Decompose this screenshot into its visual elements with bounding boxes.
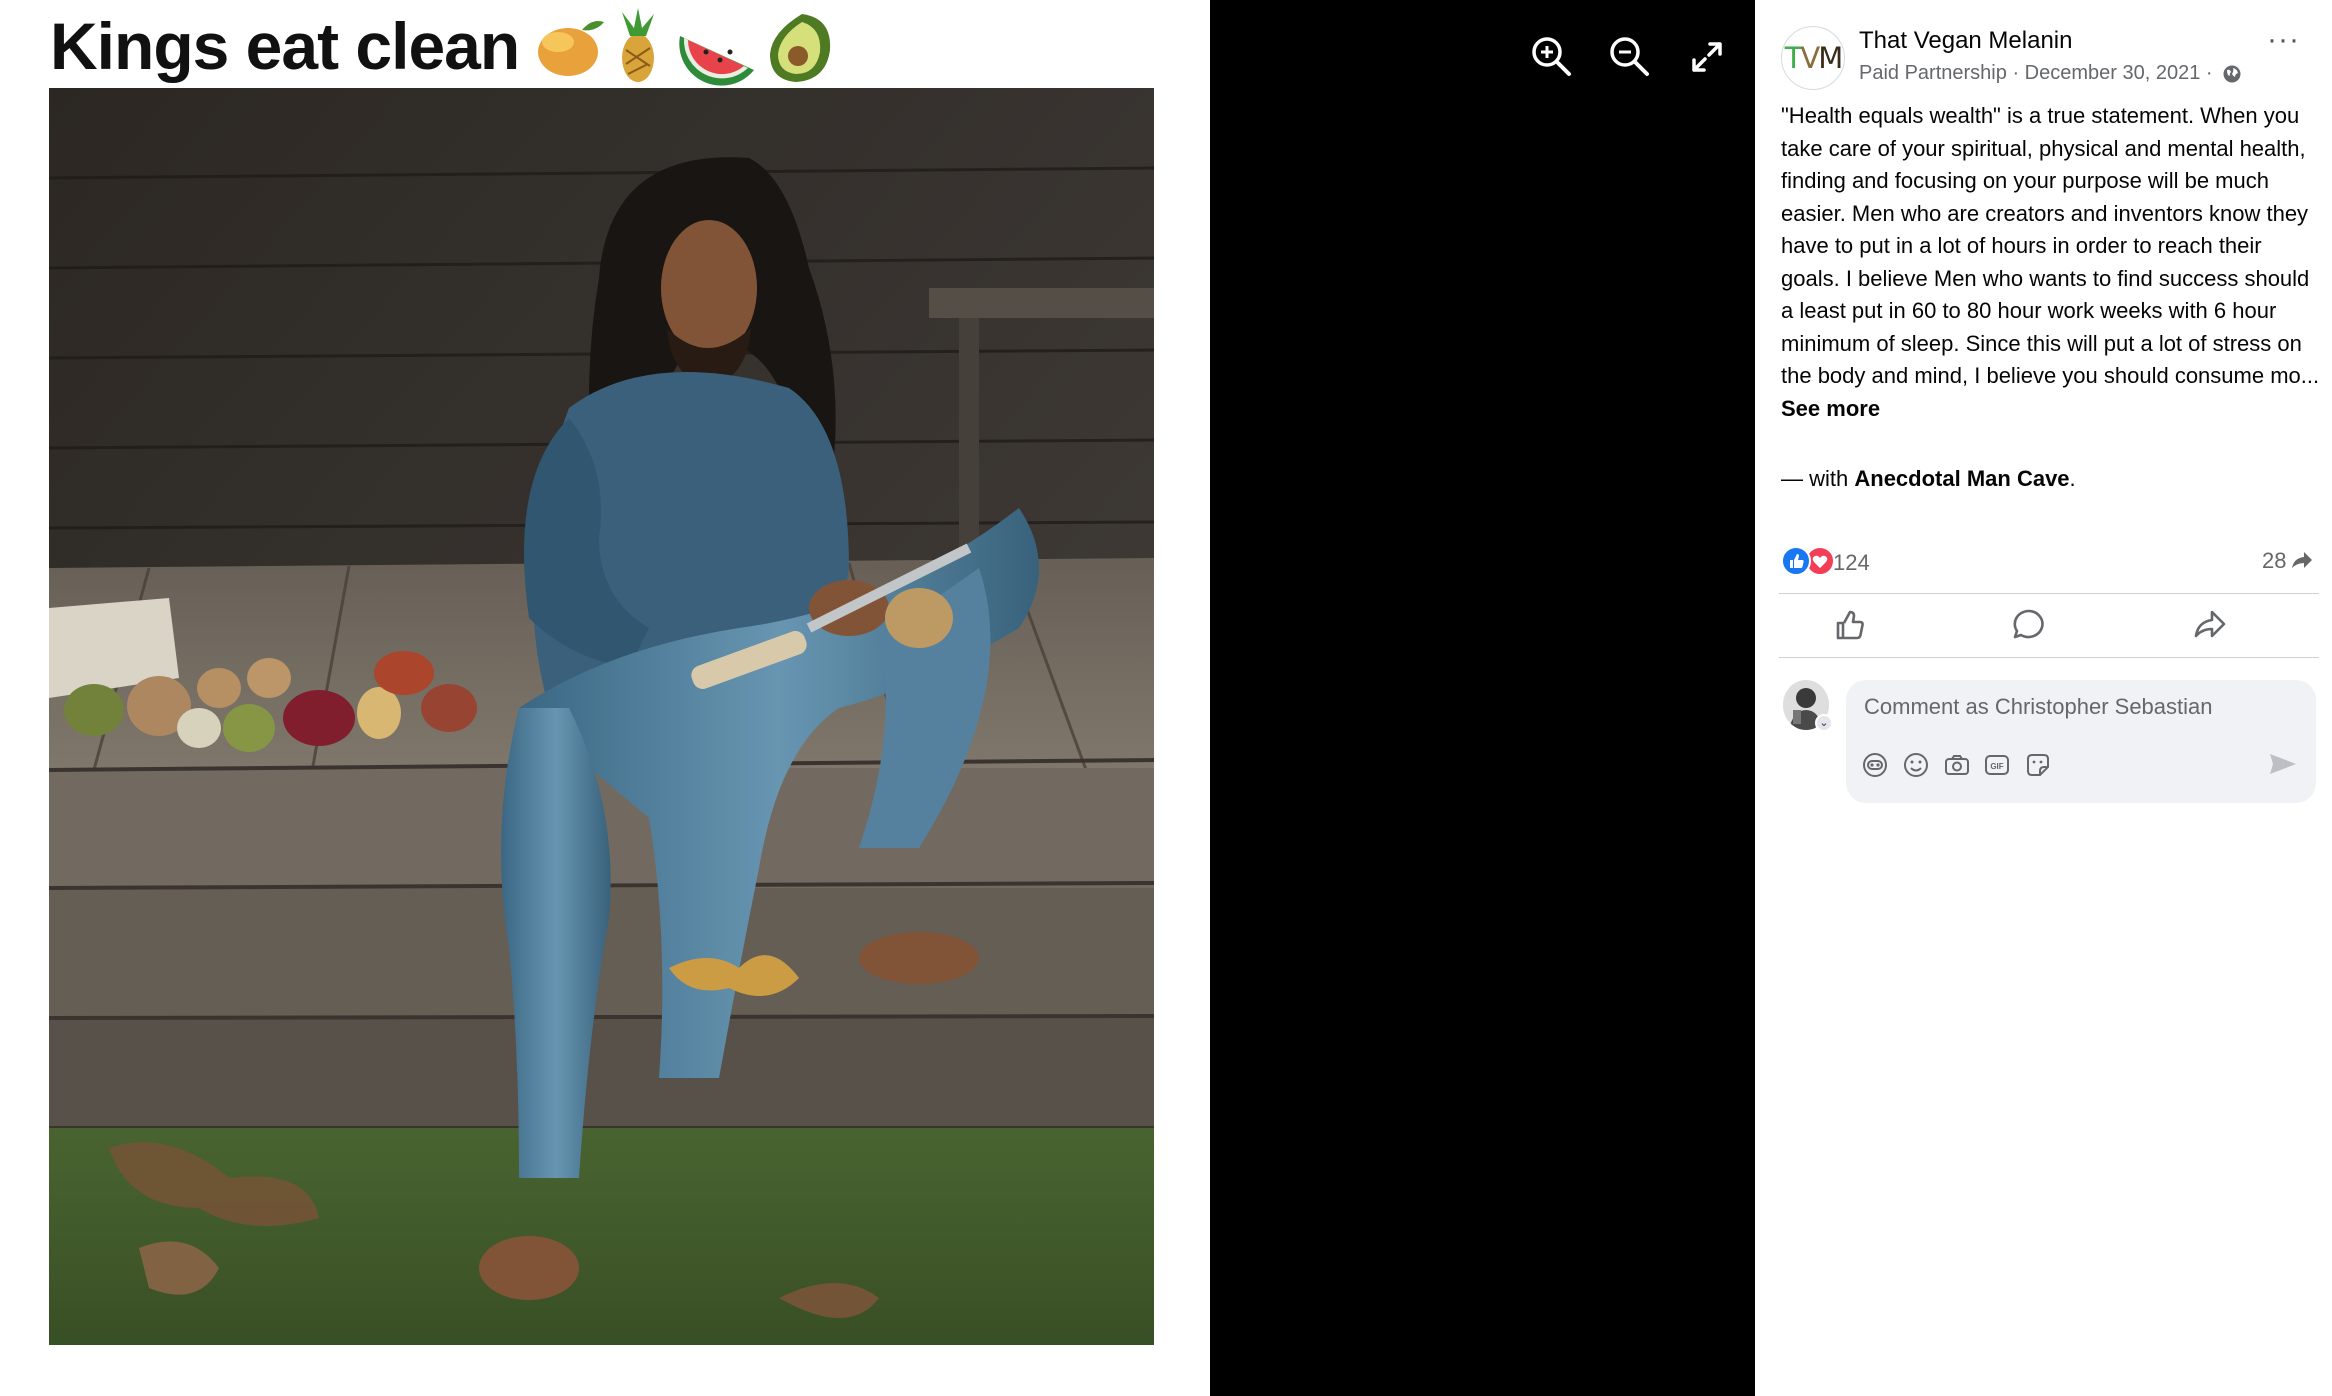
page-name-link[interactable]: That Vegan Melanin [1859,27,2072,55]
share-icon [2194,610,2226,638]
chevron-down-icon[interactable]: ⌄ [1815,714,1833,732]
partnership-label[interactable]: Paid Partnership [1859,62,2007,84]
see-more-link[interactable]: See more [1781,396,1880,421]
fullscreen-button[interactable] [1680,30,1734,84]
zoom-in-icon [1532,37,1571,76]
comment-icon [2013,609,2044,639]
globe-icon [2223,65,2241,83]
avocado-icon [770,14,831,82]
mango-icon [538,21,604,76]
with-prefix: — with [1781,466,1849,491]
tagged-suffix: . [2069,466,2076,491]
meme-title: Kings eat clean [50,9,520,83]
post-meta: Paid Partnership · December 30, 2021 · [1859,62,2242,85]
svg-text:GIF: GIF [1990,762,2003,771]
divider-top [1779,593,2319,594]
fullscreen-icon [1692,42,1722,72]
avatar-letter-m: M [1818,41,1843,75]
more-options-button[interactable]: ··· [2267,25,2300,55]
post-image: Kings eat clean [0,0,1210,1396]
zoom-out-icon [1610,37,1649,76]
send-icon[interactable] [2264,746,2300,782]
gif-icon[interactable]: GIF [1982,750,2012,780]
meta-separator-2: · [2205,62,2213,85]
zoom-in-button[interactable] [1525,30,1579,84]
reaction-count[interactable]: 124 [1833,550,1870,576]
post-caption: "Health equals wealth" is a true stateme… [1781,100,2326,425]
meta-separator: · [2012,62,2020,85]
divider-bottom [1779,657,2319,658]
zoom-out-button[interactable] [1603,30,1657,84]
caption-text: "Health equals wealth" is a true stateme… [1781,103,2320,388]
emoji-icon[interactable] [1901,750,1931,780]
share-button[interactable] [2187,603,2231,647]
like-reaction-icon [1781,546,1811,576]
like-icon [1836,610,1864,640]
pineapple-icon [622,8,654,82]
tagged-page-link[interactable]: Anecdotal Man Cave [1854,466,2069,491]
post-panel: TVM That Vegan Melanin Paid Partnership … [1755,0,2332,1396]
avatar-letter-t: T [1784,41,1803,75]
tagged-line: — with Anecdotal Man Cave. [1781,466,2076,492]
man-peeling-fruit-photo [49,88,1154,1345]
avatar-sticker-icon[interactable] [1860,750,1890,780]
sticker-icon[interactable] [2023,750,2053,780]
camera-icon[interactable] [1942,750,1972,780]
post-date[interactable]: December 30, 2021 [2025,62,2201,84]
share-count-icon [2292,552,2313,568]
fruit-emoji-row [538,8,831,86]
watermelon-icon [679,36,754,86]
page-avatar[interactable]: TVM [1781,26,1845,90]
like-button[interactable] [1827,603,1871,647]
share-count[interactable]: 28 [2262,548,2314,574]
avatar-letter-v: V [1800,41,1820,75]
comment-input[interactable] [1864,694,2284,720]
share-count-value: 28 [2262,548,2287,573]
photo-viewer-strip [1210,0,1755,1396]
comment-button[interactable] [2007,603,2051,647]
comment-composer: GIF [1846,680,2316,803]
